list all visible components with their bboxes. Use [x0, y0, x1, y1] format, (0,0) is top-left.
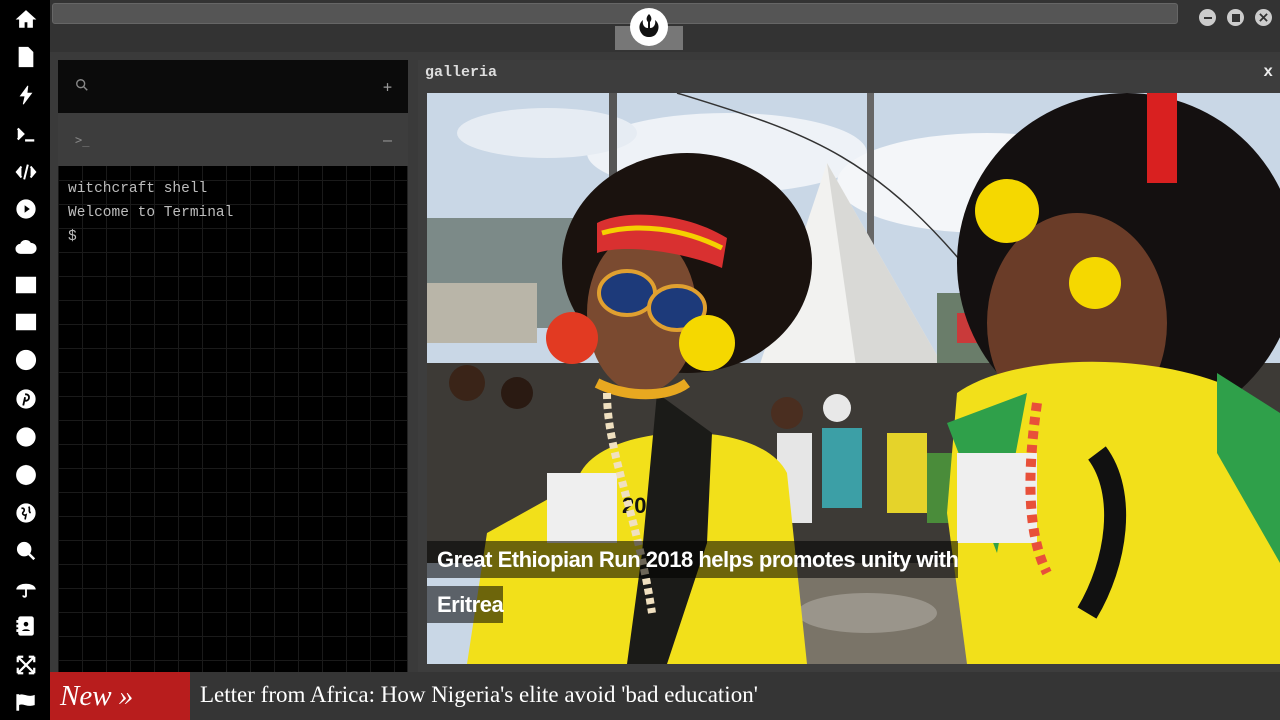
expand-arrows-icon[interactable]	[13, 652, 39, 678]
image-icon[interactable]	[13, 272, 39, 298]
address-bar[interactable]	[52, 3, 1178, 24]
close-button[interactable]	[1255, 9, 1272, 26]
app-dock	[0, 0, 50, 720]
terminal-search-row[interactable]: +	[58, 60, 408, 113]
newspaper-icon[interactable]	[13, 309, 39, 335]
home-icon[interactable]	[13, 6, 39, 32]
close-window-button[interactable]: x	[1263, 63, 1273, 81]
flag-icon[interactable]	[13, 689, 39, 715]
document-icon[interactable]	[13, 44, 39, 70]
gallery-photo[interactable]: 2016 Great Ethiopian Run 2018 helps p	[427, 93, 1280, 664]
terminal-session-tab[interactable]: >_ –	[58, 113, 408, 166]
rebel-alliance-logo-icon[interactable]	[630, 8, 668, 46]
maximize-button[interactable]	[1227, 9, 1244, 26]
globe-icon[interactable]	[13, 500, 39, 526]
news-headline-link[interactable]: Letter from Africa: How Nigeria's elite …	[200, 672, 758, 720]
close-tab-button[interactable]: –	[383, 131, 392, 149]
photo-caption: Great Ethiopian Run 2018 helps promotes …	[427, 537, 987, 627]
address-book-icon[interactable]	[13, 613, 39, 639]
cloud-icon[interactable]	[13, 234, 39, 260]
galleria-window: galleria x Great Ethiopian Run 2018 help…	[418, 60, 1280, 672]
globe-mesh-icon[interactable]	[13, 462, 39, 488]
terminal-window[interactable]: + >_ – witchcraft shell Welcome to Termi…	[58, 60, 408, 672]
add-tab-button[interactable]: +	[383, 78, 392, 96]
terminal-line: witchcraft shell	[68, 181, 208, 197]
wordpress-icon[interactable]	[13, 347, 39, 373]
news-ticker: New » Letter from Africa: How Nigeria's …	[50, 672, 1280, 720]
umbrella-icon[interactable]	[13, 576, 39, 602]
terminal-icon[interactable]	[13, 121, 39, 147]
play-icon[interactable]	[13, 196, 39, 222]
code-icon[interactable]	[13, 159, 39, 185]
bolt-icon[interactable]	[13, 82, 39, 108]
prompt-icon: >_	[75, 132, 90, 147]
new-badge: New »	[50, 672, 190, 720]
search-icon	[75, 78, 89, 95]
terminal-prompt: $	[68, 229, 77, 245]
galactic-empire-icon[interactable]	[13, 424, 39, 450]
window-title: galleria	[425, 64, 498, 81]
top-bar	[50, 0, 1280, 52]
minimize-button[interactable]	[1199, 9, 1216, 26]
terminal-line: Welcome to Terminal	[68, 205, 234, 221]
search-icon[interactable]	[13, 538, 39, 564]
terminal-output[interactable]: witchcraft shell Welcome to Terminal $	[68, 177, 233, 249]
pinterest-icon[interactable]	[13, 386, 39, 412]
